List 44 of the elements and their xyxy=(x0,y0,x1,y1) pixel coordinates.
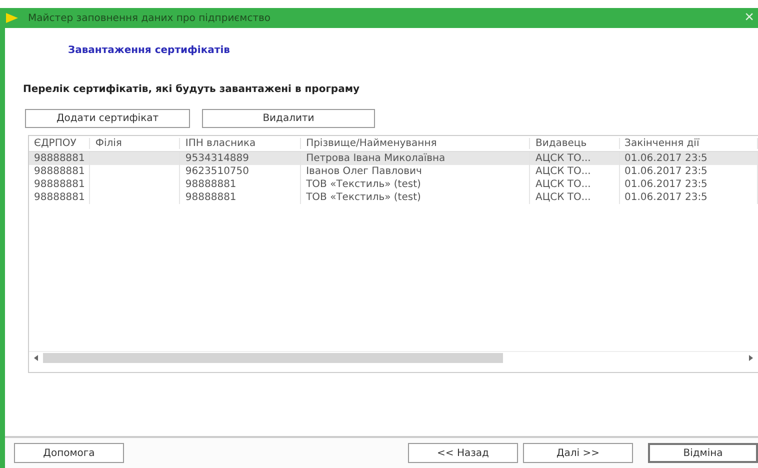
table-row[interactable]: 98888881 9623510750 Іванов Олег Павлович АЦСК ТО... 01.06.2017 23:5 xyxy=(29,165,758,178)
table-cell: 98888881 xyxy=(29,178,90,191)
table-cell: 01.06.2017 23:5 xyxy=(620,165,758,178)
table-cell: 98888881 xyxy=(29,165,90,178)
delete-button[interactable]: Видалити xyxy=(202,109,375,128)
table-cell: ТОВ «Текстиль» (test) xyxy=(301,178,530,191)
column-header[interactable]: Закінчення дії xyxy=(620,138,758,149)
wizard-button[interactable]: << Назад xyxy=(408,443,518,463)
table-cell: Іванов Олег Павлович xyxy=(301,165,530,178)
table-cell: 9534314889 xyxy=(180,152,302,165)
add-certificate-button[interactable]: Додати сертифікат xyxy=(25,109,190,128)
arrow-icon xyxy=(6,13,18,23)
table-cell: АЦСК ТО... xyxy=(530,165,620,178)
column-header[interactable]: ЄДРПОУ xyxy=(29,138,90,149)
table-cell: АЦСК ТО... xyxy=(530,191,620,204)
column-header[interactable]: Філія xyxy=(90,138,180,149)
table-cell: Петрова Івана Миколаївна xyxy=(301,152,530,165)
table-row[interactable]: 98888881 9534314889 Петрова Івана Миколаївна АЦСК ТО... 01.06.2017 23:5 xyxy=(29,152,758,165)
table-cell: АЦСК ТО... xyxy=(530,178,620,191)
table-cell: 9623510750 xyxy=(180,165,302,178)
table-row[interactable]: 98888881 98888881 ТОВ «Текстиль» (test) АЦСК ТО... 01.06.2017 23:5 xyxy=(29,178,758,191)
table-cell: 98888881 xyxy=(29,191,90,204)
table-cell: 98888881 xyxy=(180,191,302,204)
scrollbar-thumb[interactable] xyxy=(43,353,503,363)
wizard-button[interactable]: Відміна xyxy=(648,443,758,463)
table-cell: 01.06.2017 23:5 xyxy=(620,178,758,191)
table-cell: ТОВ «Текстиль» (test) xyxy=(301,191,530,204)
table-cell: 98888881 xyxy=(180,178,302,191)
table-cell: 01.06.2017 23:5 xyxy=(620,152,758,165)
column-header[interactable]: Прізвище/Найменування xyxy=(301,138,530,149)
horizontal-scrollbar[interactable] xyxy=(29,351,758,364)
column-header[interactable]: ІПН власника xyxy=(180,138,302,149)
table-row[interactable]: 98888881 98888881 ТОВ «Текстиль» (test) АЦСК ТО... 01.06.2017 23:5 xyxy=(29,191,758,204)
help-button[interactable]: Допомога xyxy=(14,443,124,463)
scroll-right-icon[interactable] xyxy=(748,355,754,361)
wizard-button[interactable]: Далі >> xyxy=(523,443,633,463)
table-cell: АЦСК ТО... xyxy=(530,152,620,165)
table-cell: 01.06.2017 23:5 xyxy=(620,191,758,204)
page-subtitle: Завантаження сертифікатів xyxy=(68,45,231,56)
table-cell: 98888881 xyxy=(29,152,90,165)
column-header[interactable]: Видавець xyxy=(530,138,620,149)
window-title: Майстер заповнення даних про підприємство xyxy=(28,12,271,24)
list-heading: Перелік сертифікатів, які будуть завантажені в програму xyxy=(23,84,361,95)
scroll-left-icon[interactable] xyxy=(33,355,39,361)
